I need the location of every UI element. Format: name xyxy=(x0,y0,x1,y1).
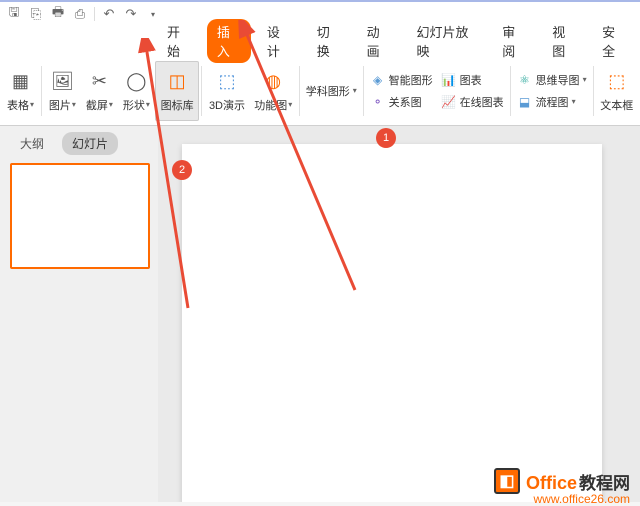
tab-design[interactable]: 设计 xyxy=(257,19,301,63)
menu-tabs: 开始 插入 设计 切换 动画 幻灯片放映 审阅 视图 安全 xyxy=(0,26,640,56)
tab-start[interactable]: 开始 xyxy=(157,19,201,63)
iconlib-button[interactable]: ◫ 图标库 xyxy=(155,61,200,121)
annotation-badge-1: 1 xyxy=(376,128,396,148)
mindmap-button[interactable]: ⚛ 思维导图▾ xyxy=(513,70,591,90)
picture-icon: 🖼 xyxy=(49,69,75,95)
annotation-badge-2: 2 xyxy=(172,160,192,180)
tab-animation[interactable]: 动画 xyxy=(357,19,401,63)
preview-icon[interactable]: ⎙ xyxy=(70,4,90,24)
table-button[interactable]: ▦ 表格▾ xyxy=(2,61,39,121)
smartart-icon: ◈ xyxy=(370,72,386,88)
demo3d-button[interactable]: ⬚ 3D演示 xyxy=(204,61,249,121)
iconlib-icon: ◫ xyxy=(164,69,190,95)
slide-thumbnail[interactable] xyxy=(10,163,150,269)
tab-insert[interactable]: 插入 xyxy=(207,19,251,63)
cube-icon: ⬚ xyxy=(214,69,240,95)
tab-transition[interactable]: 切换 xyxy=(307,19,351,63)
current-slide[interactable] xyxy=(182,144,602,502)
relation-icon: ⚬ xyxy=(370,94,386,110)
watermark: ◧ Office教程网 www.office26.com xyxy=(494,468,630,494)
export-icon[interactable]: ⎘ xyxy=(26,4,46,24)
watermark-url: www.office26.com xyxy=(534,492,631,506)
slides-tab[interactable]: 幻灯片 xyxy=(62,132,118,155)
screenshot-icon: ✂ xyxy=(86,69,112,95)
shapes-icon: ◯ xyxy=(123,69,149,95)
textbox-icon: ⬚ xyxy=(604,69,630,95)
tab-security[interactable]: 安全 xyxy=(592,19,636,63)
subjectshape-button[interactable]: 学科图形▾ xyxy=(302,81,361,101)
tab-view[interactable]: 视图 xyxy=(542,19,586,63)
shapes-button[interactable]: ◯ 形状▾ xyxy=(118,61,155,121)
tab-slideshow[interactable]: 幻灯片放映 xyxy=(407,19,487,63)
flowchart-icon: ⬓ xyxy=(517,94,533,110)
screenshot-button[interactable]: ✂ 截屏▾ xyxy=(81,61,118,121)
undo-icon[interactable]: ↶ xyxy=(99,4,119,24)
funcchart-icon: ◍ xyxy=(260,69,286,95)
table-icon: ▦ xyxy=(8,69,34,95)
tab-review[interactable]: 审阅 xyxy=(492,19,536,63)
mindmap-icon: ⚛ xyxy=(517,72,533,88)
outline-tab[interactable]: 大纲 xyxy=(10,132,54,155)
watermark-logo: ◧ xyxy=(494,468,520,494)
chart-icon: 📊 xyxy=(441,72,457,88)
picture-button[interactable]: 🖼 图片▾ xyxy=(44,61,81,121)
onlinechart-button[interactable]: 📈 在线图表 xyxy=(437,92,508,112)
save-icon[interactable]: 🖫 xyxy=(4,4,24,24)
ribbon: ▦ 表格▾ 🖼 图片▾ ✂ 截屏▾ ◯ 形状▾ ◫ 图标库 ⬚ 3D演示 ◍ 功… xyxy=(0,56,640,126)
flowchart-button[interactable]: ⬓ 流程图▾ xyxy=(513,92,591,112)
onlinechart-icon: 📈 xyxy=(441,94,457,110)
textbox-button[interactable]: ⬚ 文本框 xyxy=(596,61,639,121)
slide-panel: 大纲 幻灯片 xyxy=(0,126,158,502)
funcchart-button[interactable]: ◍ 功能图▾ xyxy=(250,61,297,121)
canvas-area xyxy=(158,126,640,502)
relation-button[interactable]: ⚬ 关系图 xyxy=(366,92,437,112)
print-icon[interactable]: 🖶 xyxy=(48,4,68,24)
chart-button[interactable]: 📊 图表 xyxy=(437,70,508,90)
smartart-button[interactable]: ◈ 智能图形 xyxy=(366,70,437,90)
redo-icon[interactable]: ↷ xyxy=(121,4,141,24)
